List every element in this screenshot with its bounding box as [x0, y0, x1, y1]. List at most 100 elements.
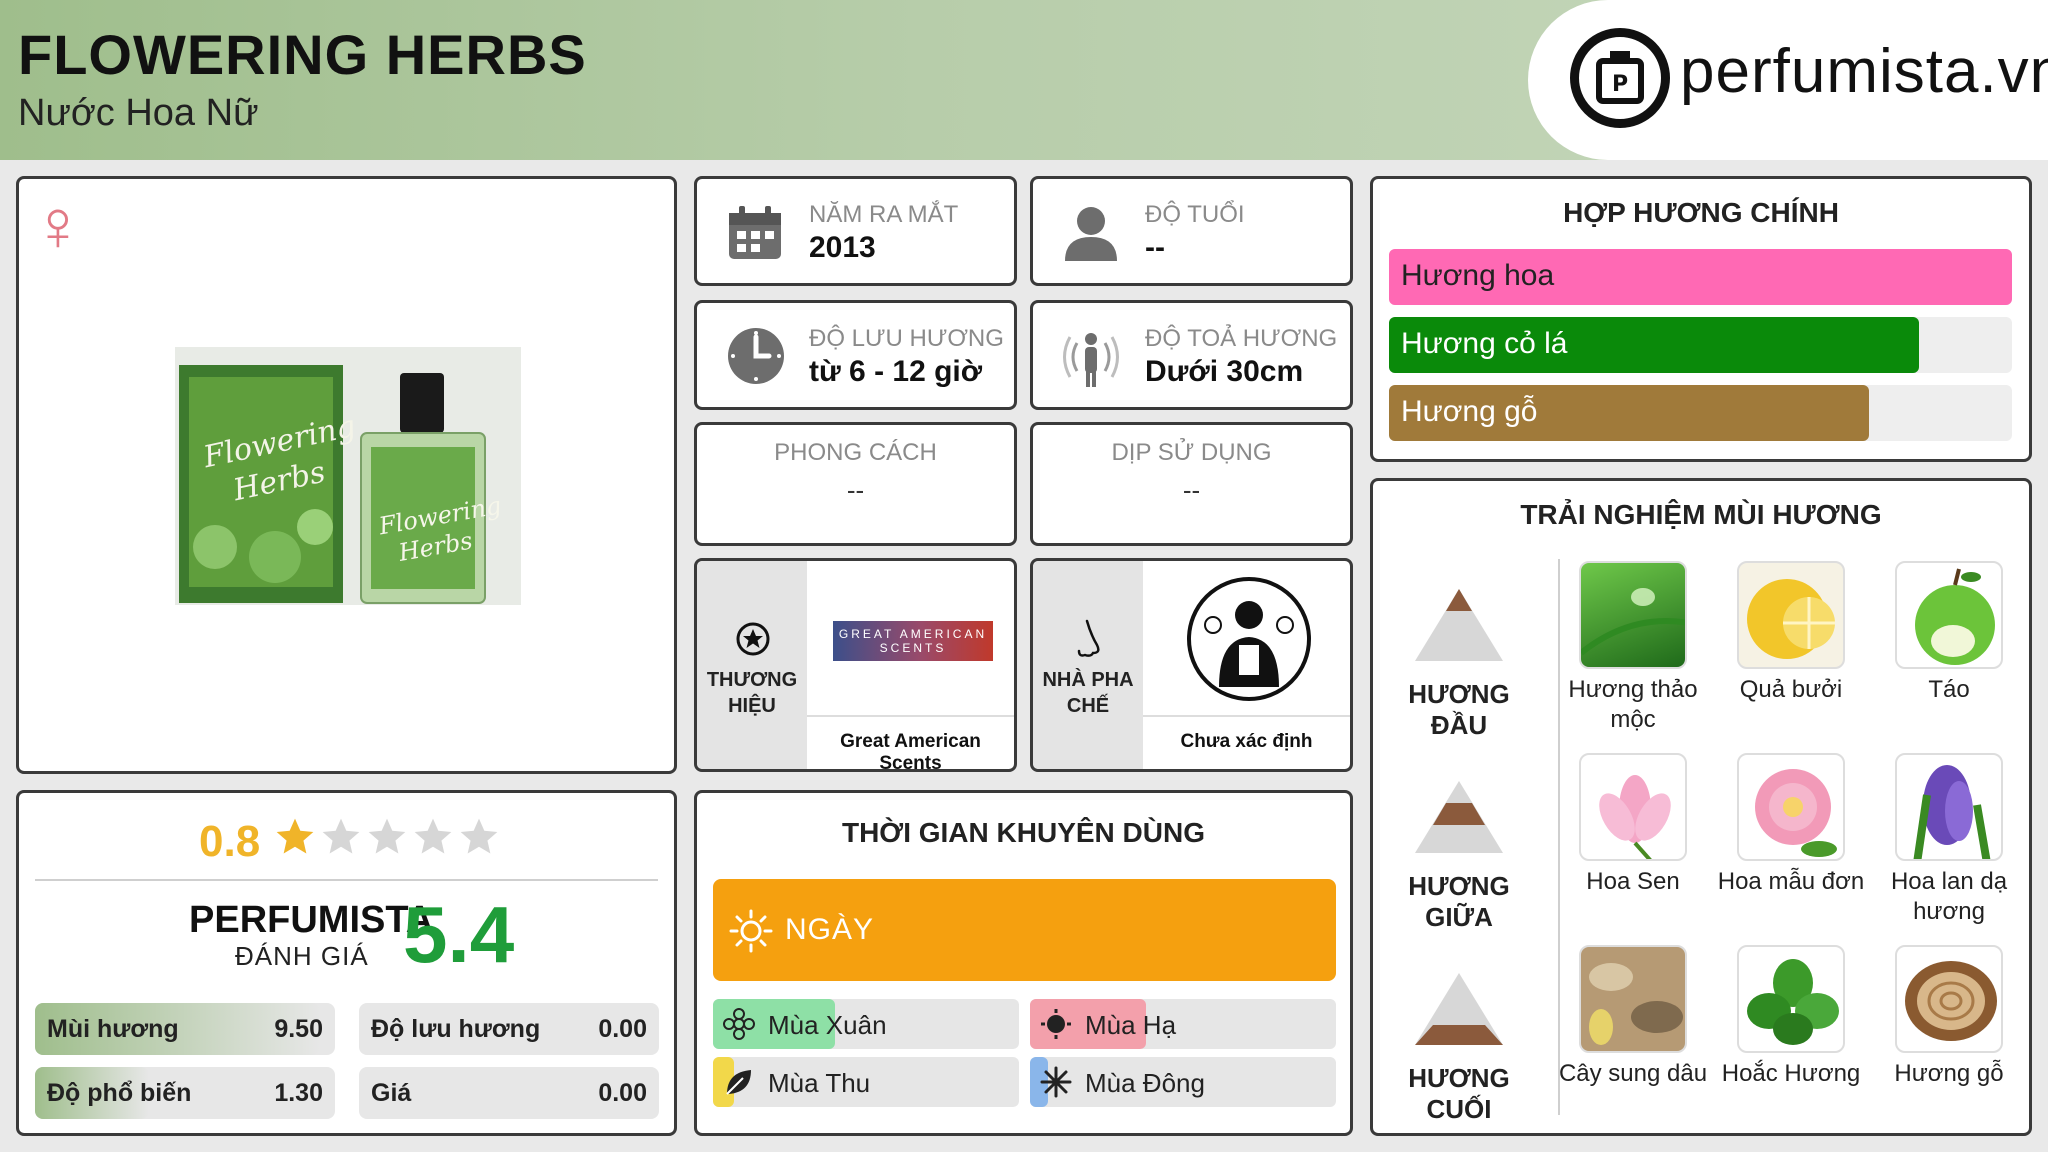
info-label: PHONG CÁCH — [774, 439, 937, 466]
star-icon[interactable] — [411, 815, 455, 859]
info-value: từ 6 - 12 giờ — [809, 355, 983, 388]
score-name: Độ phổ biến — [47, 1079, 192, 1107]
perfumer-card[interactable]: NHÀ PHA CHẾ Chưa xác định — [1030, 558, 1353, 772]
note-name: Táo — [1928, 676, 1970, 703]
day-label: NGÀY — [785, 913, 875, 946]
snowflake-icon — [1040, 1066, 1072, 1098]
accord-bar[interactable]: Hương gỗ — [1389, 385, 2012, 441]
info-label: ĐỘ TOẢ HƯƠNG — [1145, 325, 1338, 352]
star-icon[interactable] — [319, 815, 363, 859]
gender-female-icon: ♀ — [31, 186, 85, 266]
info-value: Dưới 30cm — [1145, 355, 1304, 388]
brand-label-column — [697, 561, 807, 769]
info-label: ĐỘ TUỔI — [1145, 201, 1245, 228]
base-note-pyramid-icon — [1415, 973, 1503, 1045]
accord-label: Hương cỏ lá — [1401, 327, 1568, 360]
accord-label: Hương hoa — [1401, 259, 1555, 292]
accord-bar[interactable]: Hương hoa — [1389, 249, 2012, 305]
note-thumb-grapefruit[interactable] — [1737, 561, 1845, 669]
note-thumb-herbal[interactable] — [1579, 561, 1687, 669]
score-name: Mùi hương — [47, 1015, 179, 1043]
score-scent: Mùi hương 9.50 — [35, 1003, 335, 1055]
score-price: Giá 0.00 — [359, 1067, 659, 1119]
note-thumb-hyacinth[interactable] — [1895, 753, 2003, 861]
tier-label: HƯƠNG CUỐI — [1408, 1063, 1510, 1124]
accords-panel: HỢP HƯƠNG CHÍNH Hương hoa Hương cỏ lá Hư… — [1370, 176, 2032, 462]
perfumista-label: PERFUMISTA — [189, 899, 434, 941]
perfumista-sublabel: ĐÁNH GIÁ — [235, 941, 369, 971]
score-value: 1.30 — [274, 1079, 323, 1107]
clock-icon — [728, 328, 784, 384]
score-name: Giá — [371, 1079, 412, 1107]
info-card-year: NĂM RA MẮT 2013 — [694, 176, 1017, 286]
brand-logo-image: GREAT AMERICAN SCENTS — [833, 621, 993, 661]
top-note-pyramid-icon — [1415, 589, 1503, 661]
star-badge-icon — [736, 622, 770, 656]
score-value: 9.50 — [274, 1015, 323, 1043]
divider — [1143, 715, 1350, 717]
season-label: Mùa Xuân — [768, 1010, 887, 1040]
info-value: 2013 — [809, 231, 876, 264]
user-score: 0.8 — [199, 817, 261, 866]
page-title: FLOWERING HERBS — [18, 23, 587, 86]
tier-label: HƯƠNG GIỮA — [1408, 871, 1510, 932]
season-summer[interactable]: Mùa Hạ — [1030, 999, 1336, 1049]
brand-card[interactable]: THƯƠNG HIỆU GREAT AMERICAN SCENTS Great A… — [694, 558, 1017, 772]
info-value: -- — [1182, 475, 1201, 505]
note-name: Hoa mẫu đơn — [1717, 868, 1865, 895]
calendar-icon — [729, 206, 781, 259]
divider — [1558, 559, 1560, 1115]
note-thumb-lotus[interactable] — [1579, 753, 1687, 861]
season-label: Mùa Hạ — [1085, 1010, 1177, 1040]
note-thumb-patchouli[interactable] — [1737, 945, 1845, 1053]
score-value: 0.00 — [598, 1079, 647, 1107]
note-name: Hương gỗ — [1894, 1060, 2004, 1087]
star-icon[interactable] — [273, 815, 317, 859]
info-value: -- — [1145, 231, 1165, 264]
note-name: Hoa Sen — [1586, 868, 1680, 895]
star-rating[interactable] — [273, 815, 503, 865]
perfumista-score: 5.4 — [403, 890, 515, 979]
usage-panel: THỜI GIAN KHUYÊN DÙNG NGÀY Mùa Xuân Mùa … — [694, 790, 1353, 1136]
note-name: Quả bưởi — [1739, 676, 1843, 703]
divider — [807, 715, 1014, 717]
page-subtitle: Nước Hoa Nữ — [18, 92, 259, 134]
perfumer-label-column — [1033, 561, 1143, 769]
nose-icon — [1077, 619, 1100, 657]
info-label: NĂM RA MẮT — [809, 201, 959, 228]
note-thumb-sycamore[interactable] — [1579, 945, 1687, 1053]
info-card-occasion: DỊP SỬ DỤNG -- — [1030, 422, 1353, 546]
note-name: Hoắc Hương — [1721, 1060, 1861, 1087]
score-value: 0.00 — [598, 1015, 647, 1043]
day-bar[interactable]: NGÀY — [713, 879, 1336, 981]
note-thumb-peony[interactable] — [1737, 753, 1845, 861]
star-icon[interactable] — [457, 815, 501, 859]
usage-title: THỜI GIAN KHUYÊN DÙNG — [841, 817, 1205, 848]
header: FLOWERING HERBS Nước Hoa Nữ P perfumista… — [0, 0, 2048, 160]
note-thumb-wood[interactable] — [1895, 945, 2003, 1053]
summer-sun-icon — [1041, 1009, 1071, 1039]
season-autumn[interactable]: Mùa Thu — [713, 1057, 1019, 1107]
info-label: ĐỘ LƯU HƯƠNG — [809, 325, 1004, 352]
svg-text:P: P — [1612, 72, 1628, 97]
accord-bar[interactable]: Hương cỏ lá — [1389, 317, 2012, 373]
perfumer-name: Chưa xác định — [1180, 731, 1313, 752]
flower-icon — [723, 1008, 755, 1040]
divider — [35, 879, 658, 881]
product-image[interactable]: Flowering Herbs Flowering Herbs — [175, 347, 521, 605]
brand-logo[interactable]: P perfumista.vn — [1528, 0, 2048, 160]
sun-icon — [729, 909, 773, 953]
note-thumb-apple[interactable] — [1895, 561, 2003, 669]
perfume-bottle-icon: P — [1570, 28, 1670, 128]
info-value: -- — [846, 475, 865, 505]
tier-label: HƯƠNG ĐẦU — [1408, 679, 1510, 740]
season-winter[interactable]: Mùa Đông — [1030, 1057, 1336, 1107]
info-card-sillage: ĐỘ TOẢ HƯƠNG Dưới 30cm — [1030, 300, 1353, 410]
perfumer-avatar — [1187, 577, 1311, 701]
notes-panel: TRẢI NGHIỆM MÙI HƯƠNG HƯƠNG ĐẦU HƯƠNG GI… — [1370, 478, 2032, 1136]
info-card-age: ĐỘ TUỔI -- — [1030, 176, 1353, 286]
score-longevity: Độ lưu hương 0.00 — [359, 1003, 659, 1055]
season-spring[interactable]: Mùa Xuân — [713, 999, 1019, 1049]
info-label: DỊP SỬ DỤNG — [1111, 439, 1272, 466]
star-icon[interactable] — [365, 815, 409, 859]
